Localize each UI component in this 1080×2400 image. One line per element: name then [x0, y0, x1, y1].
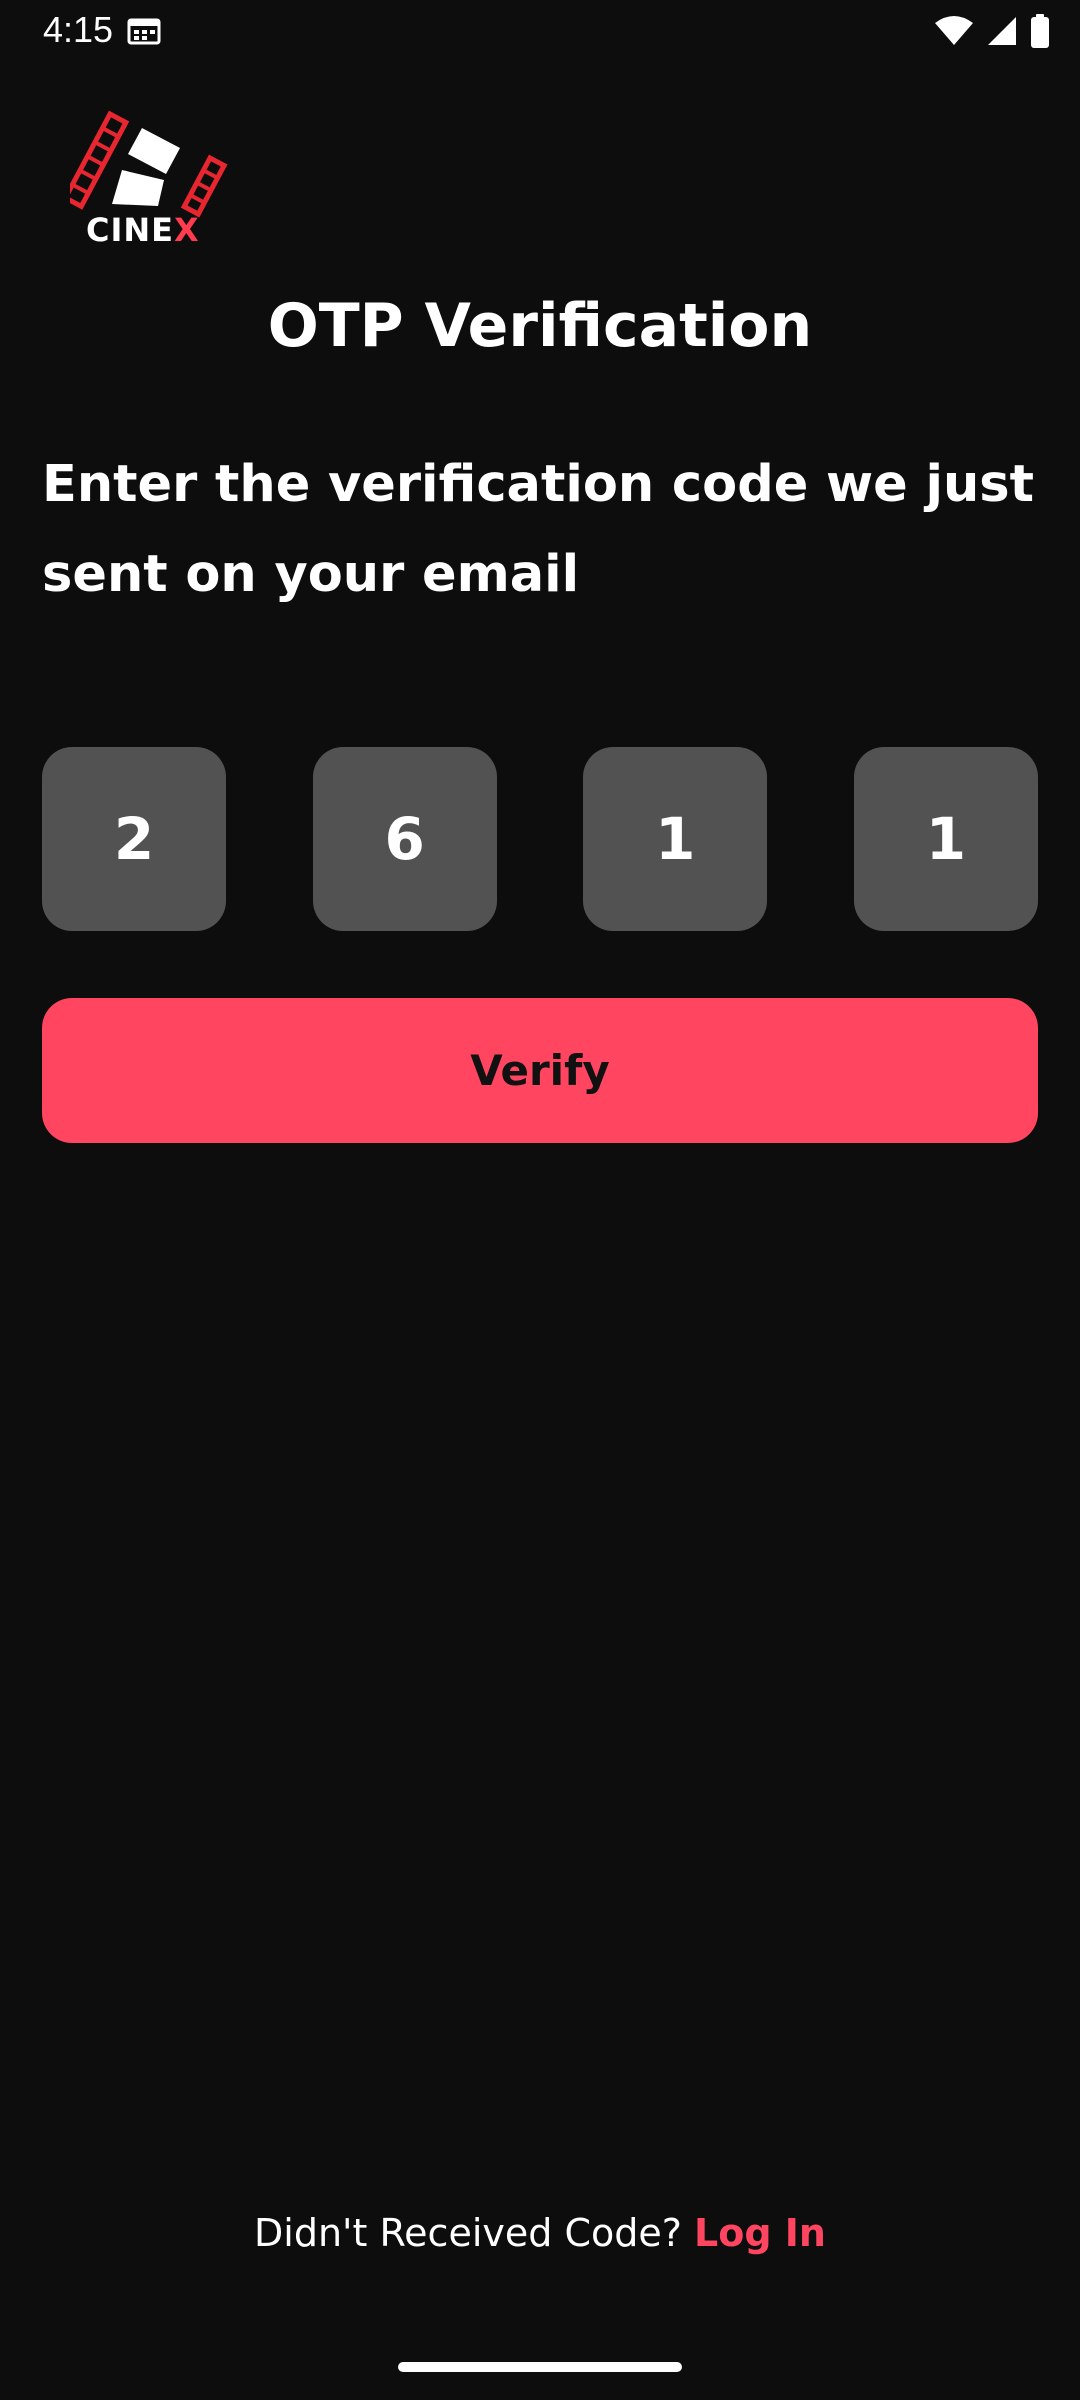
instructions-text: Enter the verification code we just sent… — [42, 455, 1035, 604]
otp-digit-2[interactable]: 6 — [312, 747, 497, 931]
calendar-icon — [127, 17, 161, 45]
logo-mark-icon — [70, 110, 228, 218]
status-icons — [934, 14, 1050, 48]
verify-button-label: Verify — [470, 1046, 610, 1095]
wifi-icon — [934, 15, 974, 47]
cinex-logo: CINEX — [70, 108, 230, 254]
page-title: OTP Verification — [267, 291, 813, 361]
signal-icon — [986, 15, 1018, 47]
otp-input-group: 2 6 1 1 — [42, 747, 1038, 931]
status-bar: 4:15 — [0, 0, 1080, 62]
otp-digit-4[interactable]: 1 — [853, 747, 1038, 931]
logo-text-white: CINE — [86, 211, 175, 249]
otp-digit-1[interactable]: 2 — [42, 747, 226, 931]
logo-text-red: X — [174, 211, 200, 249]
battery-icon — [1030, 14, 1050, 48]
verify-button[interactable]: Verify — [42, 998, 1038, 1143]
logo-wordmark: CINEX — [86, 212, 200, 248]
status-time: 4:15 — [43, 9, 114, 50]
otp-digit-3[interactable]: 1 — [583, 747, 768, 931]
resend-question: Didn't Received Code? — [254, 2211, 682, 2255]
home-indicator[interactable] — [398, 2362, 682, 2372]
resend-prompt: Didn't Received Code? Log In — [0, 2205, 1080, 2261]
login-link[interactable]: Log In — [694, 2211, 826, 2255]
